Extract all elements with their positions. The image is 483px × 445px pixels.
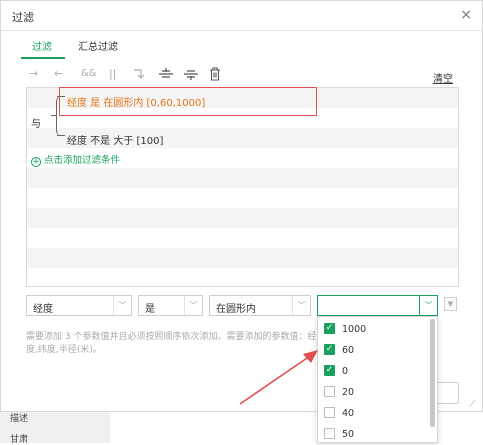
background-row: 描述 xyxy=(10,414,29,424)
dropdown-option[interactable]: 40 xyxy=(318,403,428,424)
value-multiselect[interactable]: ﹀ xyxy=(317,295,438,316)
logic-operator[interactable]: 与 xyxy=(31,115,41,130)
active-tab-indicator xyxy=(21,57,65,59)
dropdown-scrollbar[interactable] xyxy=(430,319,435,427)
function-select-value: 在圆形内 xyxy=(216,304,256,315)
insert-below-icon[interactable] xyxy=(183,67,199,85)
and-icon[interactable]: && xyxy=(81,67,97,81)
parameter-hint: 需要添加 3 个参数值并且必须按照顺序依次添加。需要添加的参数值：经度,纬度,半… xyxy=(26,332,317,355)
dropdown-option[interactable]: ✓ 0 xyxy=(318,361,428,382)
checkbox[interactable]: ✓ xyxy=(324,344,335,355)
add-condition-label: 点击添加过滤条件 xyxy=(44,155,121,166)
value-dropdown-list: ✓ 1000 ✓ 60 ✓ 0 20 40 50 xyxy=(317,316,438,443)
indent-left-icon[interactable]: ← xyxy=(54,67,63,81)
row-stripe xyxy=(27,168,458,188)
condition-tree: 经度 是 在圆形内 [0,60,1000] 与 经度 不是 大于 [100] +… xyxy=(26,87,459,287)
logic-brace-tip xyxy=(51,115,57,116)
tab-filter[interactable]: 过滤 xyxy=(32,38,52,53)
close-icon[interactable]: × xyxy=(460,7,472,23)
checkbox[interactable]: ✓ xyxy=(324,365,335,376)
row-stripe xyxy=(27,248,458,268)
condition-item[interactable]: 经度 不是 大于 [100] xyxy=(67,132,163,147)
dropdown-option[interactable]: ✓ 60 xyxy=(318,340,428,361)
dropdown-option[interactable]: 20 xyxy=(318,382,428,403)
logic-brace xyxy=(56,96,65,136)
chevron-down-icon: ﹀ xyxy=(184,296,202,315)
chevron-down-icon: ﹀ xyxy=(113,296,131,315)
field-select[interactable]: 经度 ﹀ xyxy=(26,295,132,316)
resize-grip-icon[interactable]: ⟋ xyxy=(469,399,476,410)
tab-bar: 过滤 汇总过滤 xyxy=(1,32,482,57)
dropdown-option[interactable]: ✓ 1000 xyxy=(318,319,428,340)
convert-icon[interactable] xyxy=(132,67,146,85)
background-row: 甘肃 xyxy=(10,435,29,445)
chevron-down-icon: ﹀ xyxy=(419,296,437,315)
dropdown-option[interactable]: 50 xyxy=(318,424,428,442)
or-icon[interactable]: || xyxy=(109,67,116,81)
indent-right-icon[interactable]: → xyxy=(29,67,38,81)
extra-dropdown-button[interactable]: ▼ xyxy=(444,297,457,311)
checkbox[interactable] xyxy=(324,407,335,418)
function-select[interactable]: 在圆形内 ﹀ xyxy=(209,295,311,316)
dialog-title: 过滤 xyxy=(12,11,34,24)
operator-select-value: 是 xyxy=(145,304,155,315)
condition-item-selected[interactable]: 经度 是 在圆形内 [0,60,1000] xyxy=(67,94,205,109)
dialog-title-bar: 过滤 × xyxy=(1,1,482,31)
checkbox[interactable]: ✓ xyxy=(324,323,335,334)
operator-select[interactable]: 是 ﹀ xyxy=(138,295,203,316)
chevron-down-icon: ﹀ xyxy=(292,296,310,315)
plus-circle-icon: + xyxy=(31,157,41,167)
row-stripe xyxy=(27,208,458,228)
field-select-value: 经度 xyxy=(33,304,53,315)
checkbox[interactable] xyxy=(324,428,335,439)
delete-icon[interactable] xyxy=(209,67,221,85)
insert-above-icon[interactable] xyxy=(158,67,174,85)
clear-button[interactable]: 清空 xyxy=(433,70,453,85)
tab-summary-filter[interactable]: 汇总过滤 xyxy=(78,38,118,53)
checkbox[interactable] xyxy=(324,386,335,397)
add-condition-button[interactable]: + 点击添加过滤条件 xyxy=(31,152,120,167)
